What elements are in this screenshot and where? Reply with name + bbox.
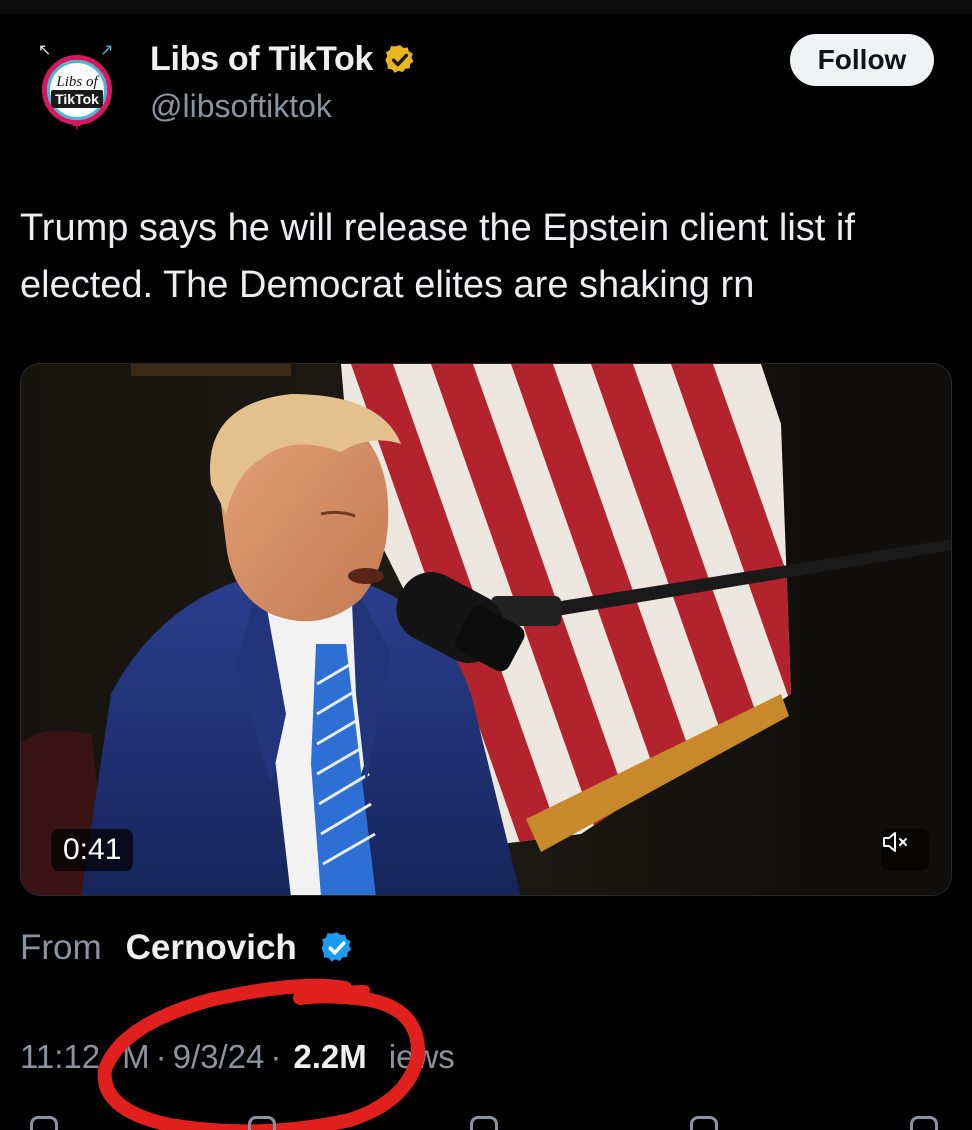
profile-avatar[interactable]: ↖ ↗ Libs of TikTok + [32,40,122,135]
video-source-row: From Cernovich [20,928,355,968]
tweet-screen: ↖ ↗ Libs of TikTok + Libs of TikTok @lib… [0,0,972,1130]
speaker-muted-icon [883,832,907,852]
video-player[interactable]: 0:41 [20,363,952,896]
tweet-time-tail: M [122,1038,150,1075]
gold-verified-icon [385,44,414,73]
tweet-meta-row: 11:12 M · 9/3/24 · 2.2M iews [20,1038,455,1076]
reply-icon[interactable] [30,1116,58,1130]
arrow-icon: ↖ [38,42,52,59]
views-label-tail: iews [388,1038,455,1075]
like-icon[interactable] [470,1116,498,1130]
cross-icon: + [72,118,82,135]
follow-button[interactable]: Follow [790,34,934,86]
source-account-name[interactable]: Cernovich [126,928,297,968]
avatar-text-line1: Libs of [56,73,98,90]
status-bar-strip [0,0,972,14]
views-count: 2.2M [293,1038,367,1075]
from-label: From [20,928,102,967]
blue-verified-icon [321,932,352,962]
tweet-date[interactable]: 9/3/24 [173,1038,265,1076]
share-icon[interactable] [910,1116,938,1130]
video-duration: 0:41 [51,829,134,871]
separator-dot: · [155,1038,167,1075]
avatar-logo: Libs of TikTok [42,55,112,125]
arrow-icon: ↗ [100,42,114,59]
tweet-text: Trump says he will release the Epstein c… [20,207,855,306]
repost-icon[interactable] [248,1116,276,1130]
tweet-time[interactable]: 11:12 [20,1038,100,1076]
author-display-name[interactable]: Libs of TikTok [150,40,373,79]
video-frame [21,364,951,895]
mute-button[interactable] [881,829,929,871]
separator-dot: · [270,1038,282,1075]
avatar-text-line2: TikTok [51,89,103,108]
author-name-row: Libs of TikTok [150,40,417,79]
author-handle[interactable]: @libsoftiktok [150,88,332,125]
bookmark-icon[interactable] [690,1116,718,1130]
action-bar [0,1110,972,1130]
